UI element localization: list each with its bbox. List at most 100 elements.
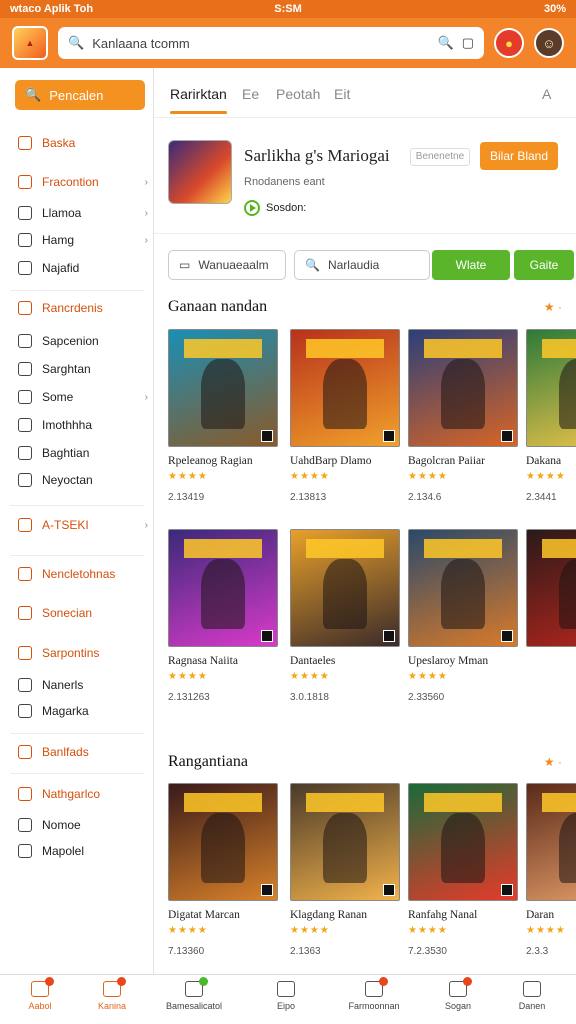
bottom-nav-item-1[interactable]: Kanina bbox=[76, 977, 148, 1011]
game-title: UahdBarp Dlamo bbox=[290, 455, 372, 467]
featured-action-button[interactable]: Bilar Bland bbox=[480, 142, 558, 170]
sidebar-item-4[interactable]: Najafid bbox=[18, 261, 148, 275]
bottom-nav-item-3[interactable]: Eipo bbox=[250, 981, 322, 1011]
filter-button-1[interactable]: Wlate bbox=[432, 250, 510, 280]
section1-game-card[interactable]: Dakana ★★★★ 2.3441 bbox=[526, 329, 576, 503]
sidebar-divider bbox=[10, 290, 144, 291]
search-input[interactable]: Kanlaana tcomm bbox=[92, 36, 429, 51]
sidebar-item-label: Fracontion bbox=[42, 175, 99, 189]
featured-image[interactable] bbox=[168, 140, 232, 204]
bottom-nav-item-4[interactable]: Farmoonnan bbox=[338, 977, 410, 1011]
game-cover-image[interactable] bbox=[408, 529, 518, 647]
sidebar-item-15[interactable]: Sarpontins bbox=[18, 646, 148, 660]
section-3-more[interactable]: ★ · bbox=[544, 755, 562, 769]
featured-play[interactable]: Sosdon: bbox=[244, 200, 306, 216]
section2-game-card[interactable]: Ragnasa Naiita ★★★★ 2.131263 bbox=[168, 529, 278, 703]
section3-game-card[interactable]: Daran ★★★★ 2.3.3 bbox=[526, 783, 576, 957]
sidebar-search-button[interactable]: 🔍 Pencalen bbox=[15, 80, 145, 110]
avatar-user[interactable]: ☺ bbox=[534, 28, 564, 58]
cover-character bbox=[441, 559, 485, 629]
nav-icon bbox=[31, 977, 54, 997]
download-count: 2.33560 bbox=[408, 692, 445, 703]
game-cover-image[interactable] bbox=[168, 529, 278, 647]
section1-game-card[interactable]: UahdBarp Dlamo ★★★★ 2.13813 bbox=[290, 329, 400, 503]
sidebar-item-label: Imothhha bbox=[42, 418, 93, 432]
filter-input-1[interactable]: ▭ Wanuaeaalm bbox=[168, 250, 286, 280]
sidebar-item-18[interactable]: Banlfads bbox=[18, 745, 148, 759]
avatar-mascot[interactable]: ● bbox=[494, 28, 524, 58]
section3-game-card[interactable]: Ranfahg Nanal ★★★★ 7.2.3530 bbox=[408, 783, 518, 957]
section-1-more[interactable]: ★ · bbox=[544, 300, 562, 314]
tab-1[interactable]: Ee bbox=[242, 86, 259, 102]
game-cover-image[interactable] bbox=[526, 783, 576, 901]
tab-2[interactable]: Peotah bbox=[276, 86, 320, 102]
featured-banner[interactable]: Sarlikha g's Mariogai Benenetne Rnodanen… bbox=[154, 126, 576, 234]
sidebar-item-icon bbox=[18, 473, 32, 487]
filter-button-2[interactable]: Gaite bbox=[514, 250, 574, 280]
bottom-nav-item-6[interactable]: Danen bbox=[496, 981, 568, 1011]
game-title: Upeslaroy Mman bbox=[408, 655, 489, 667]
sidebar-item-19[interactable]: Nathgarlco bbox=[18, 787, 148, 801]
game-cover-image[interactable] bbox=[408, 329, 518, 447]
section2-game-card[interactable]: Dantaeles ★★★★ 3.0.1818 bbox=[290, 529, 400, 703]
rating-stars: ★★★★ bbox=[526, 925, 566, 936]
game-cover-image[interactable] bbox=[408, 783, 518, 901]
sidebar-item-2[interactable]: Llamoa › bbox=[18, 206, 148, 220]
game-cover-image[interactable] bbox=[168, 329, 278, 447]
sidebar-item-icon bbox=[18, 818, 32, 832]
game-cover-image[interactable] bbox=[290, 329, 400, 447]
filter-input-2[interactable]: 🔍 Narlaudia bbox=[294, 250, 430, 280]
game-cover-image[interactable] bbox=[526, 529, 576, 647]
download-count: 2.1363 bbox=[290, 946, 321, 957]
sidebar-item-12[interactable]: A-TSEKI › bbox=[18, 518, 148, 532]
tab-0[interactable]: Rarirktan bbox=[170, 86, 227, 114]
sidebar-item-1[interactable]: Fracontion › bbox=[18, 175, 148, 189]
sidebar-item-10[interactable]: Baghtian bbox=[18, 446, 148, 460]
sidebar-item-20[interactable]: Nomoe bbox=[18, 818, 148, 832]
section2-game-card[interactable]: Upeslaroy Mman ★★★★ 2.33560 bbox=[408, 529, 518, 703]
search-lens-icon[interactable]: 🔍 bbox=[438, 35, 454, 51]
sidebar-item-label: Neyoctan bbox=[42, 473, 93, 487]
sidebar-item-13[interactable]: Nencletohnas bbox=[18, 567, 148, 581]
sidebar-item-14[interactable]: Sonecian bbox=[18, 606, 148, 620]
download-count: 2.131263 bbox=[168, 692, 210, 703]
featured-title: Sarlikha g's Mariogai bbox=[244, 146, 390, 165]
sidebar-item-label: Nomoe bbox=[42, 818, 81, 832]
bottom-nav-item-5[interactable]: Sogan bbox=[422, 977, 494, 1011]
game-cover-image[interactable] bbox=[526, 329, 576, 447]
game-cover-image[interactable] bbox=[290, 529, 400, 647]
app-logo[interactable]: ▲ bbox=[12, 26, 48, 60]
section3-game-card[interactable]: Digatat Marcan ★★★★ 7.13360 bbox=[168, 783, 278, 957]
sidebar-item-8[interactable]: Some › bbox=[18, 390, 148, 404]
top-bar: ▲ 🔍 Kanlaana tcomm 🔍 ▢ ● ☺ bbox=[0, 18, 576, 68]
camera-icon[interactable]: ▢ bbox=[462, 35, 474, 51]
sidebar-item-16[interactable]: Nanerls bbox=[18, 678, 148, 692]
sidebar-item-5[interactable]: Rancrdenis bbox=[18, 301, 148, 315]
sidebar-item-7[interactable]: Sarghtan bbox=[18, 362, 148, 376]
section1-game-card[interactable]: Bagolcran Paiiar ★★★★ 2.134.6 bbox=[408, 329, 518, 503]
sidebar-item-3[interactable]: Hamg › bbox=[18, 233, 148, 247]
sidebar-item-9[interactable]: Imothhha bbox=[18, 418, 148, 432]
tab-4[interactable]: A bbox=[542, 86, 551, 102]
search-bar[interactable]: 🔍 Kanlaana tcomm 🔍 ▢ bbox=[58, 27, 484, 59]
game-cover-image[interactable] bbox=[290, 783, 400, 901]
section2-game-card[interactable] bbox=[526, 529, 576, 657]
sidebar-item-0[interactable]: Baska bbox=[18, 136, 148, 150]
game-cover-image[interactable] bbox=[168, 783, 278, 901]
bottom-nav-item-2[interactable]: Bamesalicatol bbox=[158, 977, 230, 1011]
cover-logo bbox=[424, 539, 502, 558]
nav-icon bbox=[103, 977, 126, 997]
tab-3[interactable]: Eit bbox=[334, 86, 350, 102]
nav-label: Kanina bbox=[97, 1001, 127, 1011]
nav-icon bbox=[277, 981, 295, 997]
sidebar-item-17[interactable]: Magarka bbox=[18, 704, 148, 718]
download-count: 7.2.3530 bbox=[408, 946, 447, 957]
section1-game-card[interactable]: Rpeleanog Ragian ★★★★ 2.13419 bbox=[168, 329, 278, 503]
sidebar-item-label: Sarpontins bbox=[42, 646, 100, 660]
sidebar-item-21[interactable]: Mapolel bbox=[18, 844, 148, 858]
section3-game-card[interactable]: Klagdang Ranan ★★★★ 2.1363 bbox=[290, 783, 400, 957]
rating-stars: ★★★★ bbox=[290, 925, 330, 936]
sidebar-item-11[interactable]: Neyoctan bbox=[18, 473, 148, 487]
sidebar-item-6[interactable]: Sapcenion bbox=[18, 334, 148, 348]
bottom-nav-item-0[interactable]: Aabol bbox=[4, 977, 76, 1011]
